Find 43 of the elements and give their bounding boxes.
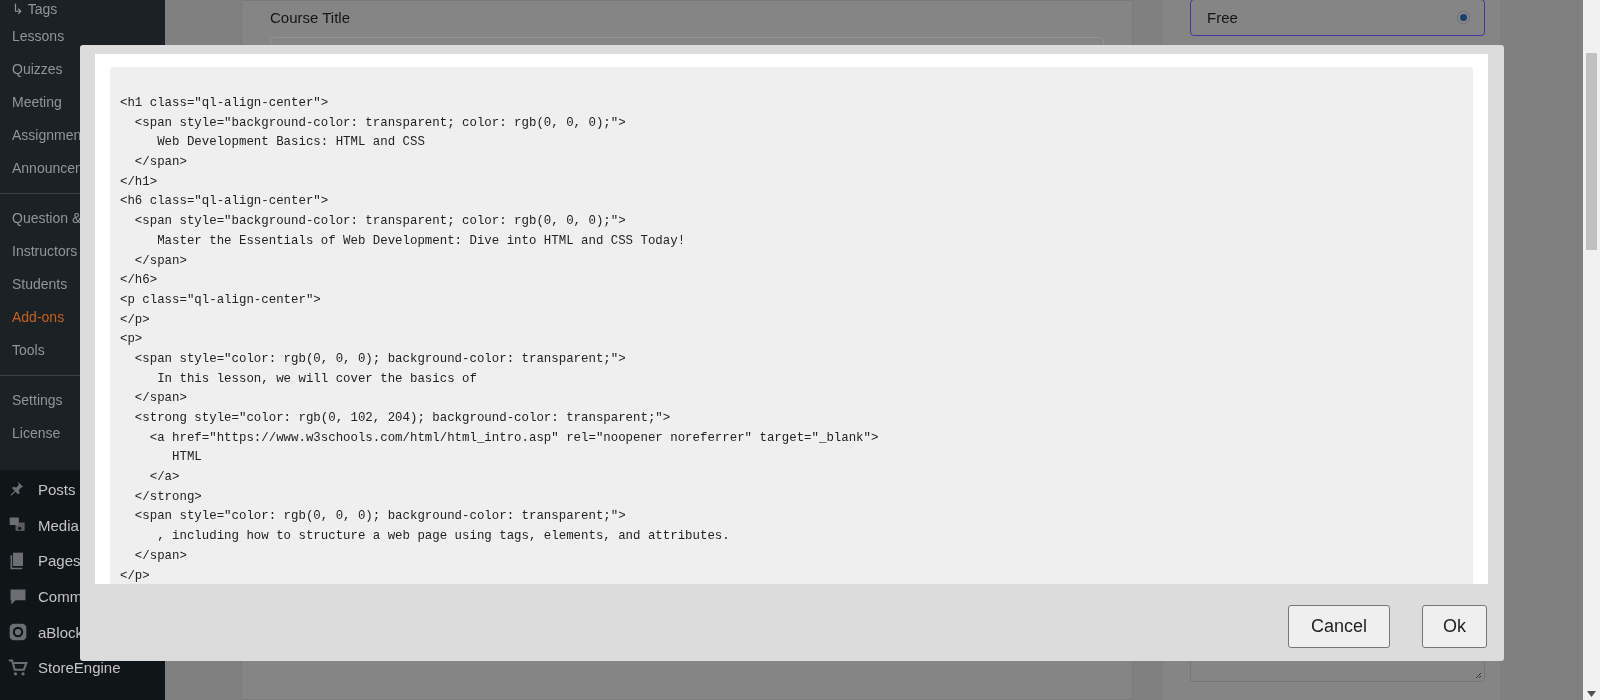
resize-handle-icon[interactable]: [1474, 671, 1482, 679]
code-line: </span>: [133, 154, 187, 172]
code-line: HTML: [171, 449, 202, 467]
code-editor[interactable]: [110, 67, 1473, 584]
code-line: </h6>: [120, 272, 158, 290]
code-line: In this lesson, we will cover the basics of: [156, 370, 477, 388]
code-line: <p>: [120, 331, 143, 349]
pricing-option[interactable]: Free: [1190, 0, 1485, 36]
code-line: </span>: [133, 390, 187, 408]
code-line: <a href="https://www.w3schools.com/html/html_intro.asp" rel="noopener noreferrer" target="_blank">: [148, 429, 879, 447]
code-line: </strong>: [133, 488, 202, 506]
scrollbar[interactable]: [1583, 0, 1600, 700]
menu-item[interactable]: Posts: [38, 481, 76, 499]
code-line: Web Development Basics: HTML and CSS: [156, 134, 425, 152]
code-line: <h1 class="ql-align-center">: [120, 95, 329, 112]
scrollbar-thumb[interactable]: [1586, 53, 1597, 250]
code-line: </a>: [148, 469, 180, 487]
code-line: <p class="ql-align-center">: [120, 291, 321, 309]
menu-item[interactable]: StoreEngine: [38, 659, 121, 677]
field-label: Course Title: [270, 9, 351, 26]
scroll-down-icon[interactable]: [1587, 691, 1596, 697]
code-line: Master the Essentials of Web Development: Dive into HTML and CSS Today!: [156, 232, 686, 250]
menu-item[interactable]: Media: [38, 516, 79, 534]
block-icon[interactable]: [8, 622, 28, 643]
code-line: <span style="color: rgb(0, 0, 0); background-color: transparent;">: [133, 350, 626, 368]
cart-icon[interactable]: [8, 657, 28, 678]
code-line: </span>: [133, 547, 187, 565]
option-label: Free: [1207, 9, 1238, 26]
code-line: </h1>: [120, 173, 158, 191]
code-line: <h6 class="ql-align-center">: [120, 193, 329, 211]
code-line: , including how to structure a web page using tags, elements, and attributes.: [156, 528, 730, 546]
ok-button[interactable]: Ok: [1422, 605, 1487, 648]
code-line: <span style="color: rgb(0, 0, 0); background-color: transparent;">: [133, 508, 626, 526]
code-line: <strong style="color: rgb(0, 102, 204); background-color: transparent;">: [133, 410, 671, 427]
sidebar-item[interactable]: ↳ Tags: [0, 0, 165, 20]
code-line: </p>: [120, 311, 150, 329]
menu-item[interactable]: Pages: [38, 552, 81, 570]
code-line: <span style="background-color: transparent; color: rgb(0, 0, 0);">: [133, 213, 626, 231]
cancel-button[interactable]: Cancel: [1287, 605, 1390, 648]
radio-button[interactable]: [1457, 11, 1470, 24]
code-line: </span>: [133, 252, 187, 270]
code-line: </p>: [120, 567, 150, 584]
code-line: <span style="background-color: transparent; color: rgb(0, 0, 0);">: [133, 114, 626, 132]
